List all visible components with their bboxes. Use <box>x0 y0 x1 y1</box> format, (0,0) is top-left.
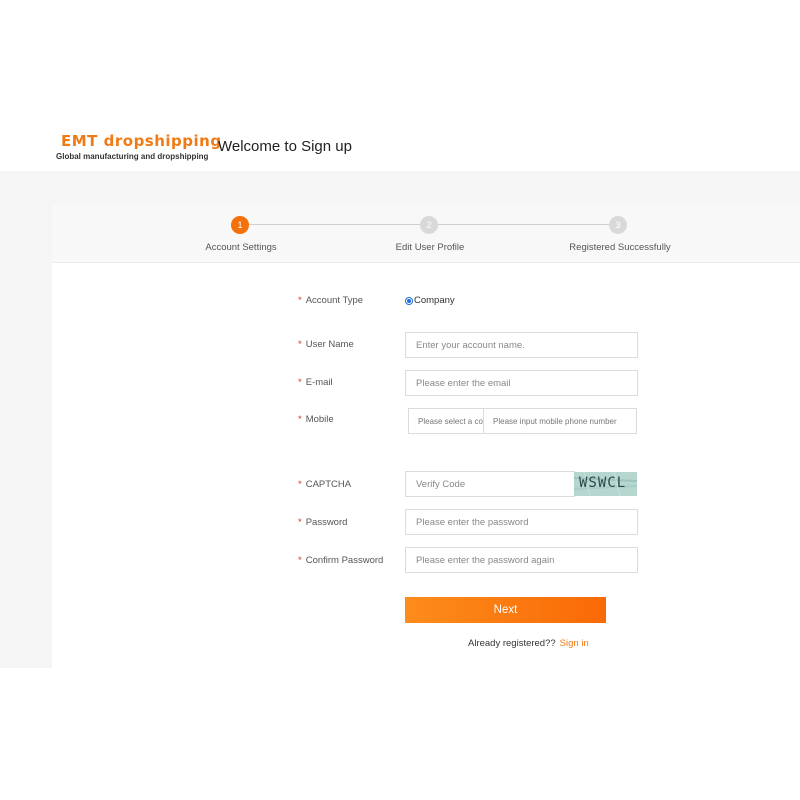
confirm-password-label-text: Confirm Password <box>305 555 384 566</box>
account-type-label-text: Account Type <box>305 295 364 306</box>
logo-subtitle: Global manufacturing and dropshipping <box>56 152 209 161</box>
step-3-circle: 3 <box>609 216 627 234</box>
username-label-text: User Name <box>305 339 354 350</box>
captcha-label: * CAPTCHA <box>298 479 351 490</box>
step-2-circle: 2 <box>420 216 438 234</box>
required-mark: * <box>298 377 302 388</box>
logo-title: EMT dropshipping <box>61 132 222 150</box>
mobile-label-text: Mobile <box>305 414 334 425</box>
account-type-option-label: Company <box>414 295 455 306</box>
mobile-number-input[interactable] <box>484 409 636 433</box>
email-label: * E-mail <box>298 377 333 388</box>
required-mark: * <box>298 517 302 528</box>
captcha-label-text: CAPTCHA <box>305 479 352 490</box>
logo[interactable]: EMT dropshipping Global manufacturing an… <box>56 133 222 162</box>
radio-selected-icon[interactable] <box>405 296 413 305</box>
step-2-label: Edit User Profile <box>395 242 465 253</box>
required-mark: * <box>298 414 302 425</box>
step-3-label: Registered Successfully <box>569 242 671 253</box>
required-mark: * <box>298 295 302 306</box>
mobile-label: * Mobile <box>298 414 334 425</box>
required-mark: * <box>298 479 302 490</box>
already-registered-row: Already registered?? Sign in <box>468 638 589 649</box>
required-mark: * <box>298 339 302 350</box>
step-1-label: Account Settings <box>205 242 277 253</box>
captcha-code-text: WSWCL <box>579 475 627 491</box>
account-type-company-radio[interactable]: Company <box>405 295 455 306</box>
username-label: * User Name <box>298 339 354 350</box>
next-button[interactable]: Next <box>405 597 606 623</box>
step-1-circle: 1 <box>231 216 249 234</box>
step-connector-1 <box>249 224 420 225</box>
country-code-select[interactable] <box>409 409 484 433</box>
page-header: EMT dropshipping Global manufacturing an… <box>0 0 800 171</box>
password-label: * Password <box>298 517 347 528</box>
email-input[interactable] <box>405 370 638 396</box>
password-input[interactable] <box>405 509 638 535</box>
page-title: Welcome to Sign up <box>218 138 352 155</box>
step-connector-2 <box>437 224 609 225</box>
captcha-image[interactable]: WSWCL <box>574 472 637 496</box>
account-type-label: * Account Type <box>298 295 363 306</box>
confirm-password-input[interactable] <box>405 547 638 573</box>
already-registered-text: Already registered?? <box>468 638 556 649</box>
email-label-text: E-mail <box>305 377 333 388</box>
username-input[interactable] <box>405 332 638 358</box>
required-mark: * <box>298 555 302 566</box>
mobile-field <box>408 408 637 434</box>
captcha-input[interactable] <box>405 471 575 497</box>
confirm-password-label: * Confirm Password <box>298 555 383 566</box>
sign-in-link[interactable]: Sign in <box>560 638 589 649</box>
password-label-text: Password <box>305 517 348 528</box>
